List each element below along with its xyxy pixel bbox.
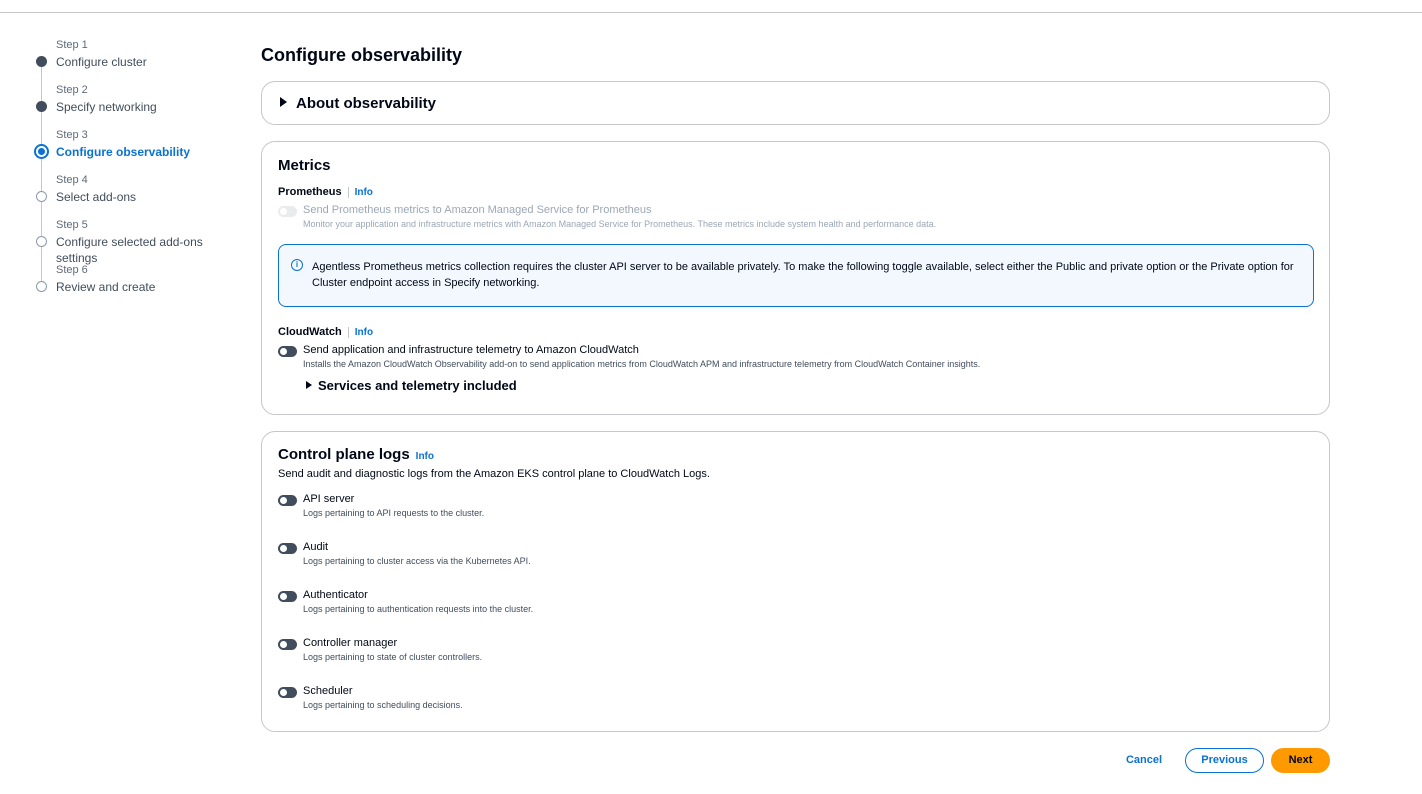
log-toggle-description: Logs pertaining to cluster access via th… <box>303 556 531 566</box>
api-server-toggle[interactable] <box>278 495 297 506</box>
wizard-steps: Step 1 Configure cluster Step 2 Specify … <box>30 38 245 308</box>
services-expander-title: Services and telemetry included <box>318 378 517 393</box>
log-toggle-api-server: API server Logs pertaining to API reques… <box>278 493 1308 521</box>
step-title[interactable]: Specify networking <box>56 99 245 115</box>
top-divider <box>0 12 1422 13</box>
cloudwatch-toggle-row: Send application and infrastructure tele… <box>278 344 1308 372</box>
step-title: Select add-ons <box>56 190 137 204</box>
authenticator-toggle[interactable] <box>278 591 297 602</box>
logs-title: Control plane logs <box>278 446 410 463</box>
step-number: Step 6 <box>56 264 88 276</box>
prometheus-info-link[interactable]: Info <box>347 187 373 198</box>
about-expander-header[interactable]: About observability <box>280 95 436 112</box>
log-toggle-authenticator: Authenticator Logs pertaining to authent… <box>278 589 1308 617</box>
logs-description: Send audit and diagnostic logs from the … <box>278 468 710 480</box>
prometheus-info-alert: i Agentless Prometheus metrics collectio… <box>278 244 1314 307</box>
caret-right-icon <box>306 381 312 389</box>
about-observability-expander[interactable]: About observability <box>261 81 1330 125</box>
caret-right-icon <box>280 97 287 107</box>
cloudwatch-label-row: CloudWatch Info <box>278 326 374 338</box>
step-done-icon <box>36 101 47 112</box>
prometheus-toggle-row: Send Prometheus metrics to Amazon Manage… <box>278 204 1308 232</box>
step-6: Step 6 Review and create <box>30 263 245 308</box>
step-title: Configure observability <box>56 145 191 159</box>
prometheus-label: Prometheus <box>278 186 342 198</box>
step-done-icon <box>36 56 47 67</box>
step-number: Step 4 <box>56 174 88 186</box>
step-pending-icon <box>36 236 47 247</box>
metrics-container: Metrics Prometheus Info Send Prometheus m… <box>261 141 1330 415</box>
prometheus-toggle[interactable] <box>278 206 297 217</box>
log-toggle-controller-manager: Controller manager Logs pertaining to st… <box>278 637 1308 665</box>
step-number: Step 3 <box>56 129 88 141</box>
step-title[interactable]: Configure cluster <box>56 54 245 70</box>
cloudwatch-toggle[interactable] <box>278 346 297 357</box>
log-toggle-description: Logs pertaining to authentication reques… <box>303 604 534 614</box>
previous-button[interactable]: Previous <box>1185 748 1264 773</box>
log-toggle-label[interactable]: Controller manager <box>303 637 397 649</box>
metrics-heading: Metrics <box>278 157 331 174</box>
audit-toggle[interactable] <box>278 543 297 554</box>
step-pending-icon <box>36 191 47 202</box>
log-toggle-label[interactable]: Audit <box>303 541 328 553</box>
log-toggle-label[interactable]: API server <box>303 493 354 505</box>
step-5: Step 5 Configure selected add-ons settin… <box>30 218 245 265</box>
step-pending-icon <box>36 281 47 292</box>
info-icon: i <box>291 259 303 271</box>
log-toggle-scheduler: Scheduler Logs pertaining to scheduling … <box>278 685 1308 713</box>
cloudwatch-toggle-description: Installs the Amazon CloudWatch Observabi… <box>303 359 981 369</box>
log-toggle-description: Logs pertaining to API requests to the c… <box>303 508 485 518</box>
log-toggle-description: Logs pertaining to scheduling decisions. <box>303 700 463 710</box>
prometheus-toggle-label: Send Prometheus metrics to Amazon Manage… <box>303 204 652 216</box>
step-number: Step 5 <box>56 219 88 231</box>
cancel-button[interactable]: Cancel <box>1113 748 1175 773</box>
scheduler-toggle[interactable] <box>278 687 297 698</box>
page-title: Configure observability <box>261 45 463 65</box>
step-4: Step 4 Select add-ons <box>30 173 245 218</box>
logs-heading: Control plane logs Info <box>278 446 434 463</box>
step-number: Step 2 <box>56 84 88 96</box>
cloudwatch-label: CloudWatch <box>278 326 342 338</box>
services-telemetry-expander[interactable]: Services and telemetry included <box>306 378 517 393</box>
about-expander-title: About observability <box>296 95 437 112</box>
step-title: Configure selected add-ons settings <box>56 235 203 265</box>
alert-text: Agentless Prometheus metrics collection … <box>312 261 1294 289</box>
log-toggle-audit: Audit Logs pertaining to cluster access … <box>278 541 1308 569</box>
step-number: Step 1 <box>56 39 88 51</box>
logs-info-link[interactable]: Info <box>416 451 434 462</box>
control-plane-logs-container: Control plane logs Info Send audit and di… <box>261 431 1330 732</box>
next-button[interactable]: Next <box>1271 748 1330 773</box>
controller-manager-toggle[interactable] <box>278 639 297 650</box>
step-1[interactable]: Step 1 Configure cluster <box>30 38 245 83</box>
prometheus-toggle-description: Monitor your application and infrastruct… <box>303 219 937 229</box>
prometheus-label-row: Prometheus Info <box>278 186 373 198</box>
log-toggle-description: Logs pertaining to state of cluster cont… <box>303 652 483 662</box>
cloudwatch-toggle-label[interactable]: Send application and infrastructure tele… <box>303 344 639 356</box>
cloudwatch-info-link[interactable]: Info <box>347 327 374 338</box>
log-toggle-label[interactable]: Scheduler <box>303 685 353 697</box>
log-toggle-label[interactable]: Authenticator <box>303 589 368 601</box>
step-current-icon <box>34 144 49 159</box>
step-2[interactable]: Step 2 Specify networking <box>30 83 245 128</box>
step-3: Step 3 Configure observability <box>30 128 245 173</box>
step-title: Review and create <box>56 280 156 294</box>
